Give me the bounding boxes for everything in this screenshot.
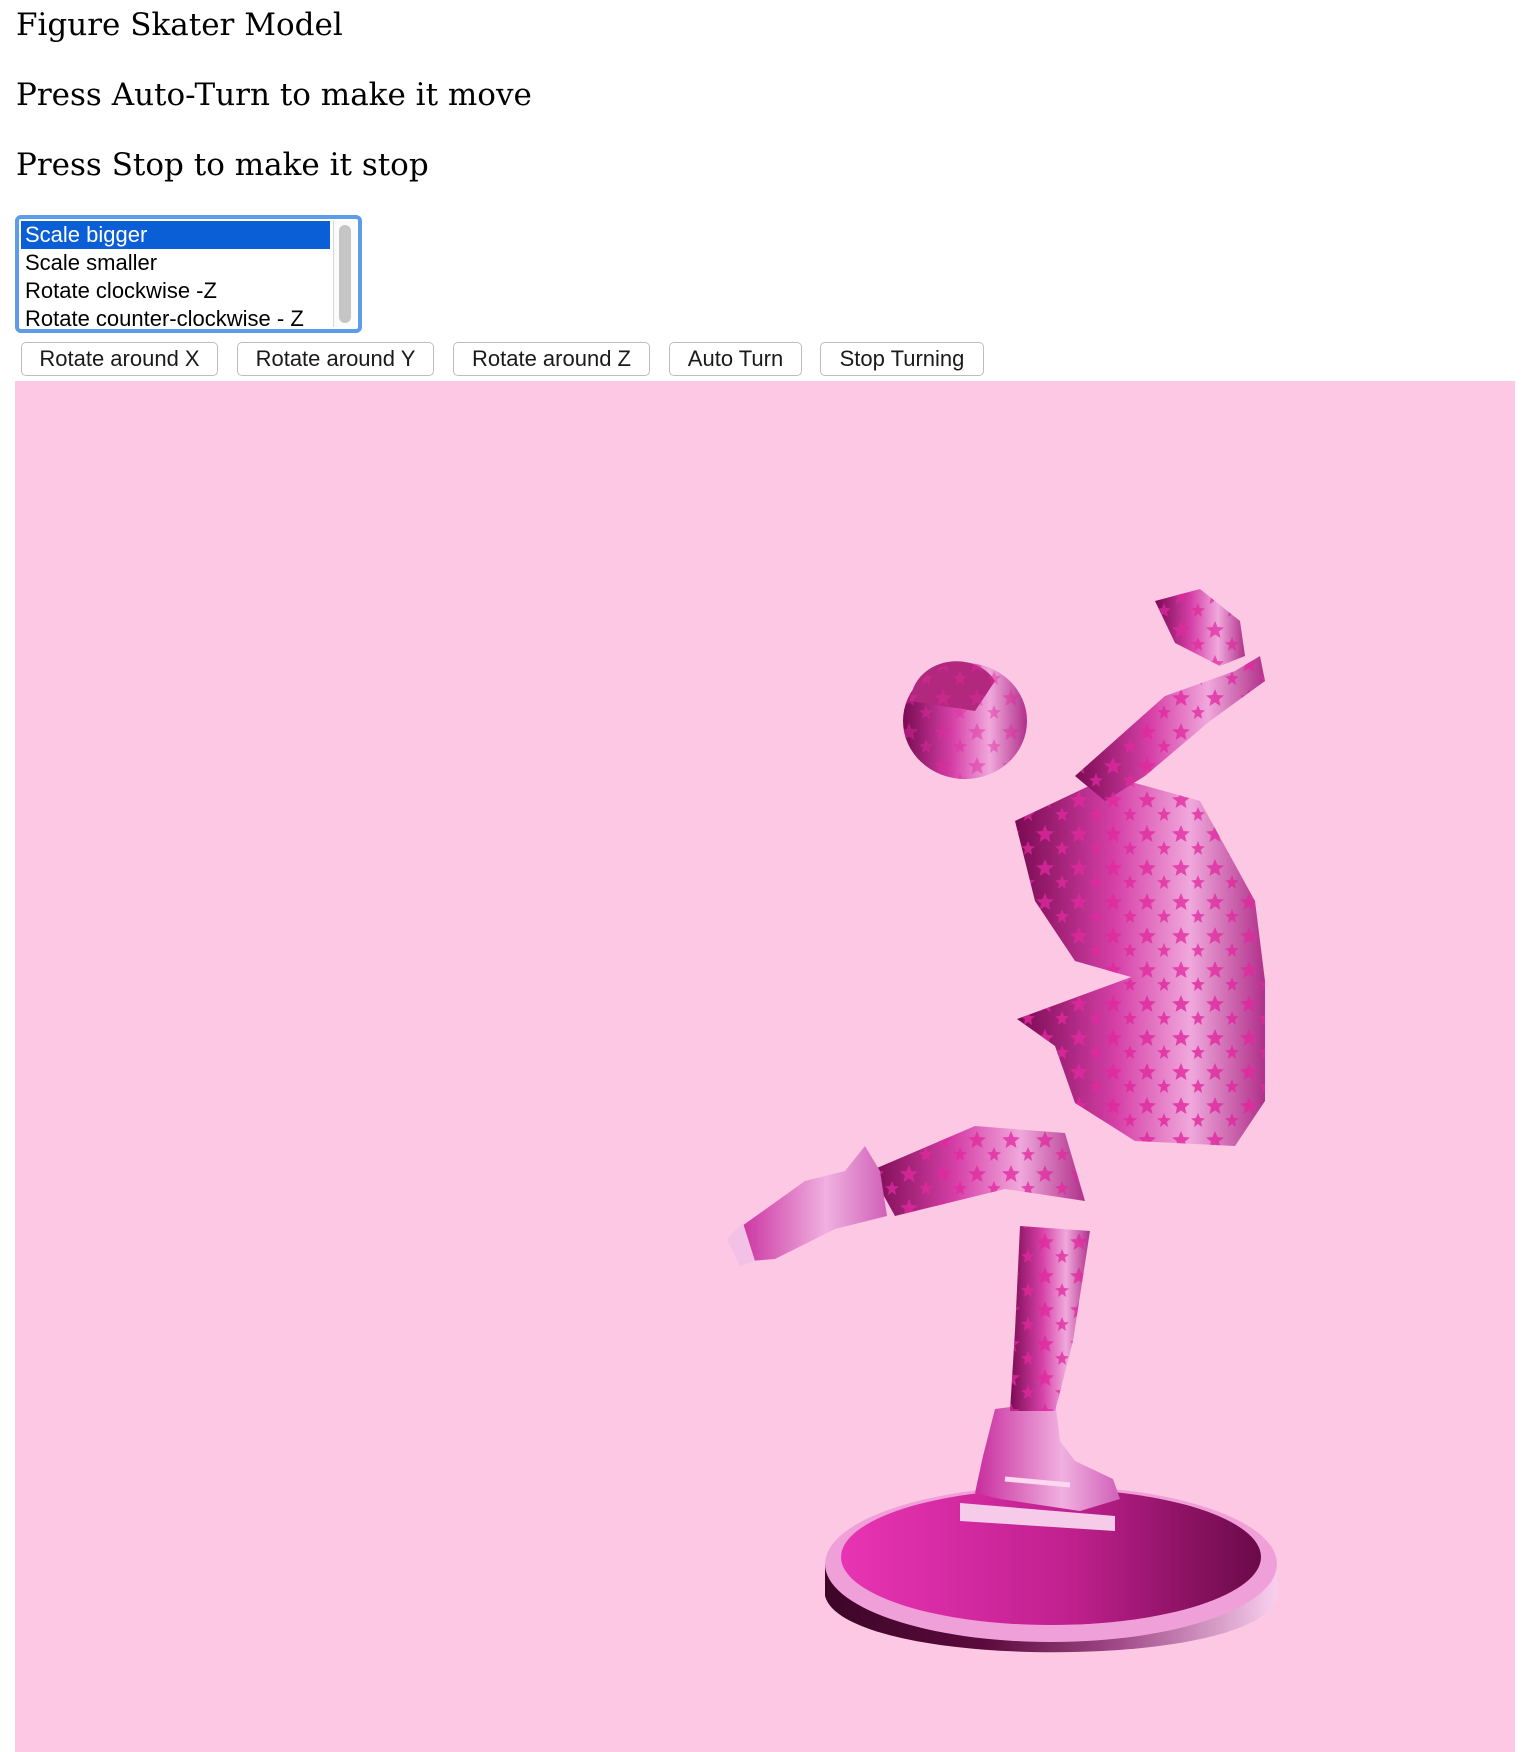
option-rotate-counter-clockwise[interactable]: Rotate counter-clockwise - Z [21,305,330,329]
webgl-canvas[interactable] [15,381,1515,1752]
listbox-scrollbar[interactable] [333,221,356,327]
option-scale-bigger[interactable]: Scale bigger [21,221,330,249]
rotate-y-button[interactable]: Rotate around Y [237,342,434,376]
transform-options: Scale bigger Scale smaller Rotate clockw… [21,221,330,329]
rotate-z-button[interactable]: Rotate around Z [453,342,650,376]
raised-skate [727,1146,887,1266]
head [903,661,1027,779]
page-title: Figure Skater Model [16,7,343,43]
transform-select[interactable]: Scale bigger Scale smaller Rotate clockw… [15,215,362,333]
scrollbar-thumb[interactable] [339,225,351,323]
rotate-x-button[interactable]: Rotate around X [21,342,218,376]
skater-render [727,589,1277,1653]
option-rotate-clockwise[interactable]: Rotate clockwise -Z [21,277,330,305]
instruction-auto-turn: Press Auto-Turn to make it move [16,77,532,113]
auto-turn-button[interactable]: Auto Turn [669,342,802,376]
stop-turning-button[interactable]: Stop Turning [820,342,984,376]
instruction-stop: Press Stop to make it stop [16,147,429,183]
option-scale-smaller[interactable]: Scale smaller [21,249,330,277]
